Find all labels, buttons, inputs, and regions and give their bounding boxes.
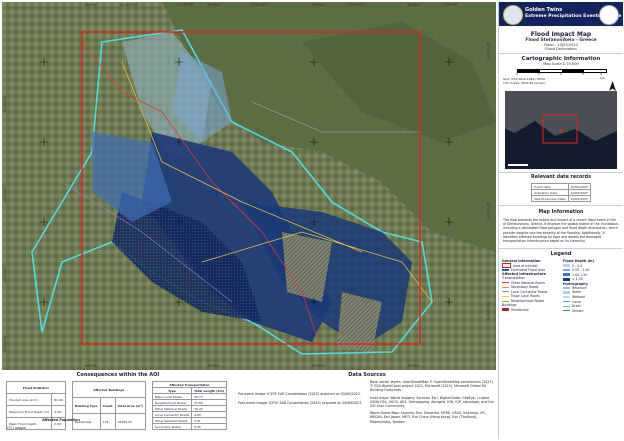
coord-top-4: 22°50'0"E xyxy=(250,3,268,7)
coord-right-1: 39°25'0"N xyxy=(486,202,490,221)
coord-top-0: 385000 xyxy=(84,3,98,7)
coord-bottom-0: 385000 xyxy=(84,364,98,368)
consequences-heading: Consequences within the AOI xyxy=(76,372,160,378)
scale-tick-3: 3 xyxy=(582,72,584,76)
transport-table: Affected Transportation Type Total Length… xyxy=(151,381,228,430)
scale-label: Map Scale 1:70,000 xyxy=(543,62,579,66)
population-value: 1717 people xyxy=(6,426,26,430)
coord-right-2: 39°20'0"N xyxy=(486,302,490,321)
coord-top-1: 22°40'0"E xyxy=(120,3,138,7)
org-name: Golden Twins xyxy=(525,7,563,13)
inset-map[interactable] xyxy=(505,91,617,169)
pre-event-source: Pre-event image: ICEYE SAR Constellation… xyxy=(238,392,361,396)
data-sources-section: Data Sources Pre-event image: ICEYE SAR … xyxy=(238,372,496,439)
map-info-text: The map presents the extent and impact o… xyxy=(503,218,619,244)
table-row: Maximum Flood Depth (m) 2.48 xyxy=(5,405,66,418)
dates-heading: Relevant date records xyxy=(531,175,591,180)
legend-hydro-stream: Stream xyxy=(563,309,620,314)
partner-seal-icon xyxy=(599,5,619,25)
coord-bottom-2: 395000 xyxy=(312,364,326,368)
coord-top-6: 22°55'0"E xyxy=(347,3,365,7)
inset-scale-bar xyxy=(508,164,528,166)
coord-top-5: 395000 xyxy=(312,3,326,7)
coord-top-2: 22°45'0"E xyxy=(177,3,195,7)
coord-left-1: 4360000 xyxy=(3,186,7,202)
coord-left-3: 4350000 xyxy=(3,336,7,352)
north-arrow-icon xyxy=(608,77,617,91)
bottom-section: Consequences within the AOI Flood Statis… xyxy=(2,372,496,439)
inset-source: Inset maps: World Imagery: Sources: Esri… xyxy=(370,395,494,409)
grid-info-2: Tick marks: WGS 84 (w/min) xyxy=(503,81,546,85)
map-title: Flood Impact Map xyxy=(530,31,592,38)
scale-tick-1: 1 xyxy=(538,72,540,76)
scale-tick-2: 2 xyxy=(560,72,562,76)
table-row: Map Production Date 10/05/2025 xyxy=(531,195,591,202)
info-panel: Golden Twins Extreme Precipitation Event… xyxy=(498,2,623,439)
table-row: Secondary Roads 0.95 xyxy=(151,423,228,430)
coord-right-0: 39°30'0"N xyxy=(486,42,490,61)
legend: General Information Area of Interest Est… xyxy=(499,257,623,315)
org-logo-icon xyxy=(503,5,523,25)
product-type: Flood Delineation xyxy=(545,47,577,51)
base-vector-source: Base vector layers: OpenStreetMap © Open… xyxy=(370,380,494,393)
coord-top-3: 390000 xyxy=(207,3,221,7)
coord-bottom-1: 390000 xyxy=(207,364,221,368)
coord-left-2: 4355000 xyxy=(3,266,7,282)
post-event-source: Post-event image: ICEYE SAR Constellatio… xyxy=(238,401,363,406)
table-row: Flooded Area (km²) 81.68 xyxy=(5,393,66,406)
dates-table: Event date 10/05/2025 Activation Date 10/0… xyxy=(531,183,591,202)
scale-bar: 0 1 2 3 4 km xyxy=(516,67,607,80)
header-banner: Golden Twins Extreme Precipitation Event… xyxy=(499,2,623,26)
coord-top-8: 23°0'0"E xyxy=(442,3,458,7)
coord-top-7: 400000 xyxy=(407,3,421,7)
street-source: World Street Map: Sources: Esri, DeLorme… xyxy=(370,411,487,424)
coord-bottom-3: 400000 xyxy=(407,364,421,368)
legend-item-residential: Residential xyxy=(502,307,559,312)
scale-tick-4: 4 km xyxy=(600,72,605,80)
consequences-section: Consequences within the AOI Flood Statis… xyxy=(2,372,234,439)
coord-left-0: 4365000 xyxy=(3,96,7,112)
scale-tick-0: 0 xyxy=(516,72,518,76)
map-canvas[interactable] xyxy=(2,2,496,370)
population-title: Affected Population xyxy=(42,418,80,422)
data-sources-heading: Data Sources xyxy=(348,372,386,378)
main-map[interactable]: 385000 22°40'0"E 22°45'0"E 390000 22°50'… xyxy=(2,2,496,370)
